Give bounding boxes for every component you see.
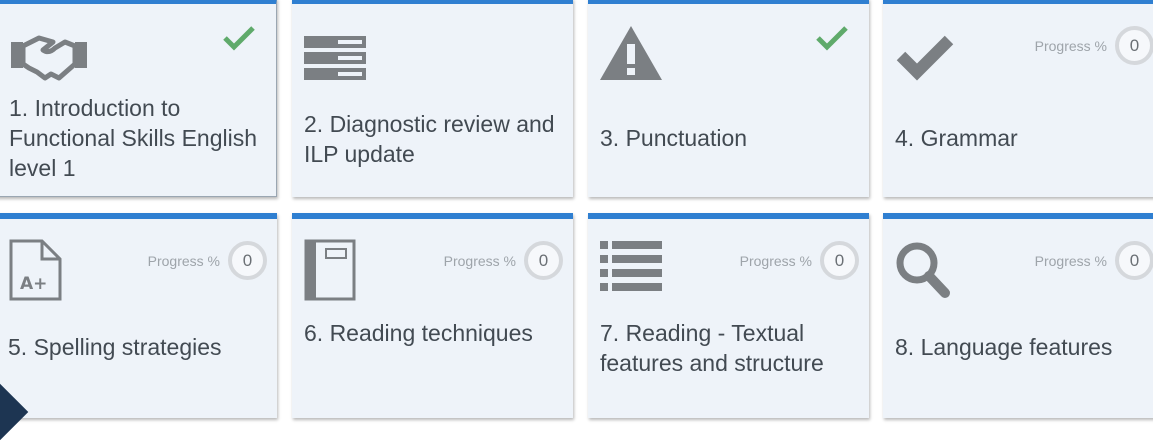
module-tile-4[interactable]: Progress % 0 4. Grammar	[883, 0, 1153, 197]
module-title: 3. Punctuation	[600, 125, 748, 151]
progress-indicator: Progress % 0	[444, 241, 563, 280]
book-icon	[304, 239, 374, 301]
progress-ring: 0	[1115, 26, 1153, 65]
complete-check-icon	[222, 24, 256, 52]
module-title: 1. Introduction to Functional Skills Eng…	[9, 95, 258, 181]
progress-ring: 0	[820, 241, 859, 280]
progress-label: Progress %	[147, 252, 220, 269]
progress-label: Progress %	[1034, 37, 1107, 54]
progress-ring: 0	[524, 241, 563, 280]
module-tile-2[interactable]: 2. Diagnostic review and ILP update	[292, 0, 573, 197]
progress-label: Progress %	[443, 252, 516, 269]
progress-indicator: Progress % 0	[148, 241, 267, 280]
grade-document-icon: A+	[8, 239, 78, 301]
progress-ring: 0	[228, 241, 267, 280]
module-tile-1[interactable]: 1. Introduction to Functional Skills Eng…	[0, 0, 277, 197]
module-tile-5[interactable]: A+ Progress % 0 5. Spelling strategies	[0, 213, 277, 418]
progress-indicator: Progress % 0	[1035, 26, 1153, 65]
server-icon	[304, 24, 374, 84]
search-icon	[895, 239, 965, 299]
list-icon	[600, 239, 670, 299]
progress-ring: 0	[1115, 241, 1153, 280]
module-tile-3[interactable]: 3. Punctuation	[588, 0, 869, 197]
module-title: 6. Reading techniques	[304, 320, 533, 346]
complete-check-icon	[815, 24, 849, 52]
progress-indicator: Progress % 0	[1035, 241, 1153, 280]
module-title: 8. Language features	[895, 334, 1113, 360]
module-title: 5. Spelling strategies	[8, 334, 222, 360]
module-tile-6[interactable]: Progress % 0 6. Reading techniques	[292, 213, 573, 418]
module-title: 7. Reading - Textual features and struct…	[600, 320, 824, 376]
progress-indicator: Progress % 0	[740, 241, 859, 280]
module-title: 2. Diagnostic review and ILP update	[304, 111, 555, 167]
handshake-icon	[9, 24, 87, 84]
warning-icon	[600, 24, 670, 84]
progress-label: Progress %	[1034, 252, 1107, 269]
module-tile-7[interactable]: Progress % 0 7. Reading - Textual featur…	[588, 213, 869, 418]
module-tile-8[interactable]: Progress % 0 8. Language features	[883, 213, 1153, 418]
module-title: 4. Grammar	[895, 125, 1018, 151]
check-icon	[895, 24, 965, 84]
progress-label: Progress %	[739, 252, 812, 269]
svg-text:A+: A+	[20, 274, 47, 294]
